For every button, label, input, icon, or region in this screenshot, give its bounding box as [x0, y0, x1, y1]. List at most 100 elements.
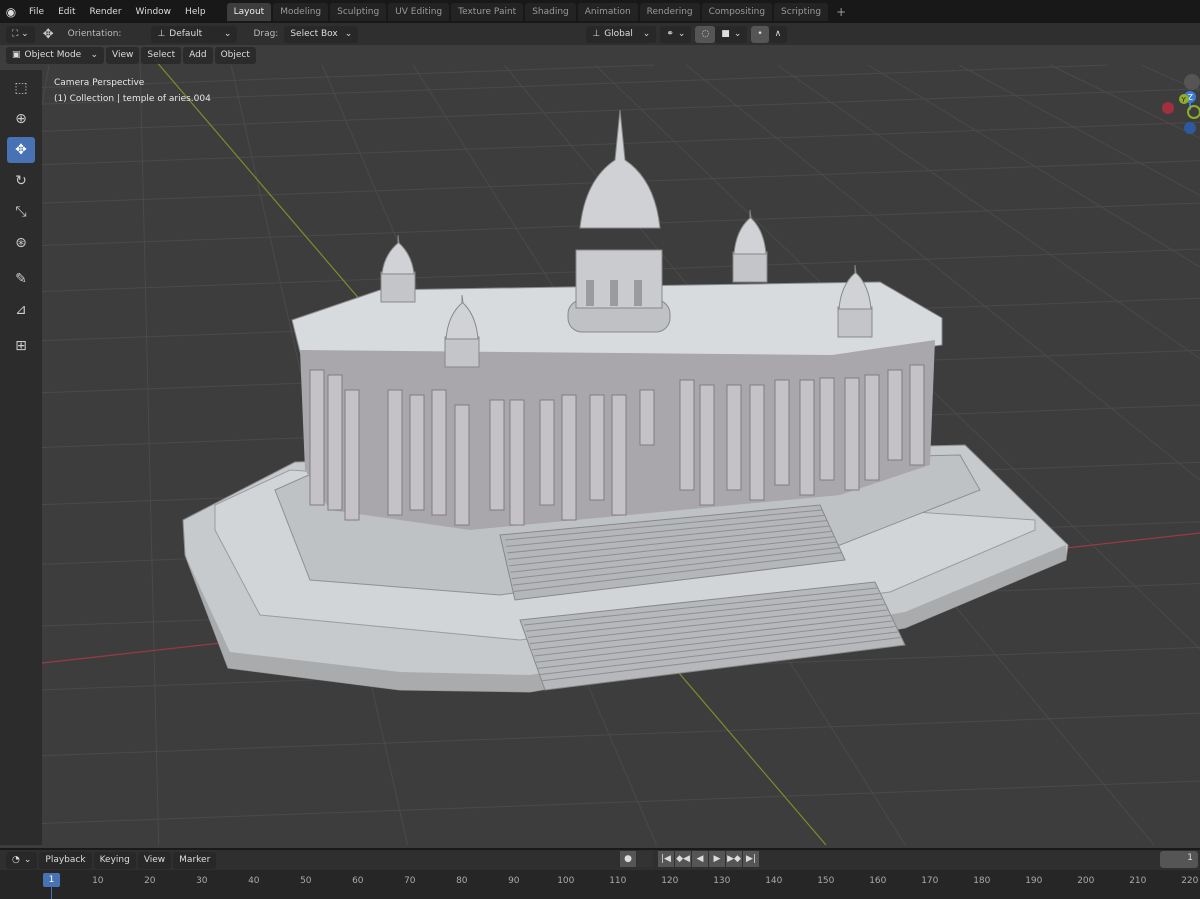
- menu-edit[interactable]: Edit: [58, 7, 75, 17]
- next-keyframe-icon[interactable]: ▶◆: [726, 851, 742, 867]
- measure-tool-icon[interactable]: ⊿: [7, 297, 35, 323]
- record-button[interactable]: ●: [620, 851, 636, 867]
- viewport-menu-select[interactable]: Select: [141, 46, 182, 64]
- scale-tool-icon[interactable]: ⤡: [7, 199, 35, 225]
- rotate-tool-icon[interactable]: ↻: [7, 168, 35, 194]
- tab-shading[interactable]: Shading: [525, 2, 576, 21]
- viewport-menu-object[interactable]: Object: [214, 46, 256, 64]
- grid-line: [139, 64, 160, 846]
- cursor-tool-icon[interactable]: ⊕: [7, 106, 35, 132]
- transform-tool-icon[interactable]: ⊛: [7, 230, 35, 256]
- collection-info: (1) Collection | temple of aries.004: [54, 94, 211, 104]
- column: [489, 399, 505, 511]
- frame-tick: 100: [557, 876, 575, 886]
- select-box-tool-icon[interactable]: ⬚: [7, 75, 35, 101]
- viewport-menu-view[interactable]: View: [106, 46, 140, 64]
- tab-animation[interactable]: Animation: [577, 2, 638, 21]
- column: [387, 389, 403, 516]
- jump-start-icon[interactable]: |◀: [658, 851, 674, 867]
- current-frame-field[interactable]: 1: [1160, 851, 1198, 868]
- tab-modeling[interactable]: Modeling: [273, 2, 329, 21]
- column: [454, 404, 470, 526]
- viewport-menu-add[interactable]: Add: [183, 46, 213, 64]
- transform-orientation-dropdown[interactable]: ⊥ Global ⌄: [586, 25, 657, 43]
- tool-settings-header: ⛶ ⌄ ✥ Orientation: ⊥ Default ⌄ Drag: Selec…: [0, 23, 1200, 45]
- turret-dome: [733, 209, 767, 255]
- snap-toggle[interactable]: ◌: [695, 25, 716, 43]
- neg-y-axis-handle[interactable]: [1187, 105, 1200, 119]
- frame-tick: 50: [300, 876, 312, 886]
- play-icon[interactable]: ▶: [709, 851, 725, 867]
- add-cube-tool-icon[interactable]: ⊞: [7, 333, 35, 359]
- menu-file[interactable]: File: [29, 7, 44, 17]
- y-label: Y: [1181, 96, 1187, 104]
- tab-rendering[interactable]: Rendering: [639, 2, 700, 21]
- column: [844, 377, 860, 491]
- frame-tick: 170: [921, 876, 939, 886]
- neg-x-axis-handle[interactable]: [1162, 102, 1174, 114]
- snap-target-dropdown[interactable]: ■ ⌄: [715, 25, 748, 43]
- grid-line: [41, 712, 1200, 757]
- column: [309, 369, 325, 506]
- frame-tick: 210: [1129, 876, 1147, 886]
- grid-line: [41, 64, 50, 105]
- view-name: Camera Perspective: [54, 78, 145, 88]
- navigation-gizmo[interactable]: Z Y: [1160, 70, 1200, 140]
- keying-dropdown[interactable]: [637, 851, 653, 867]
- annotate-tool-icon[interactable]: ✎: [7, 266, 35, 292]
- tool-select-icon[interactable]: ⛶ ⌄: [6, 25, 35, 43]
- frame-tick: 110: [609, 876, 627, 886]
- tab-uv-editing[interactable]: UV Editing: [388, 2, 450, 21]
- add-workspace-button[interactable]: +: [830, 5, 852, 19]
- column: [909, 364, 925, 466]
- playhead[interactable]: 1: [43, 873, 60, 887]
- pivot-dropdown[interactable]: ⚭ ⌄: [660, 25, 692, 43]
- timeline-menu-view[interactable]: View: [137, 851, 172, 869]
- move-tool-icon[interactable]: ✥: [7, 137, 35, 163]
- falloff-dropdown[interactable]: ∧: [768, 25, 788, 43]
- menu-window[interactable]: Window: [136, 7, 172, 17]
- menu-help[interactable]: Help: [185, 7, 206, 17]
- menu-render[interactable]: Render: [90, 7, 122, 17]
- column: [639, 389, 655, 446]
- orientation-label: Orientation:: [67, 29, 122, 39]
- timeline-menu-keying[interactable]: Keying: [93, 851, 136, 869]
- blender-logo-icon[interactable]: ◉: [0, 5, 22, 19]
- frame-tick: 30: [196, 876, 208, 886]
- neg-z-axis-handle[interactable]: [1184, 122, 1196, 134]
- timeline-header: ◔ ⌄ Playback Keying View Marker: [0, 848, 1200, 870]
- turret-base: [732, 251, 768, 283]
- mode-dropdown[interactable]: ▣ Object Mode ⌄: [6, 46, 104, 64]
- viewport-3d[interactable]: [0, 0, 1200, 899]
- column: [409, 394, 425, 511]
- editor-type-button[interactable]: ◔ ⌄: [6, 851, 38, 869]
- tab-compositing[interactable]: Compositing: [701, 2, 773, 21]
- column: [799, 379, 815, 496]
- column: [774, 379, 790, 486]
- frame-ruler[interactable]: 1 10 20 30 40 50 60 70 80 90 100 110 120 130 140 150 16…: [0, 870, 1200, 899]
- play-reverse-icon[interactable]: ◀: [692, 851, 708, 867]
- prev-keyframe-icon[interactable]: ◆◀: [675, 851, 691, 867]
- object-mode-icon: ▣: [12, 50, 21, 60]
- frame-tick: 90: [508, 876, 520, 886]
- tab-scripting[interactable]: Scripting: [774, 2, 829, 21]
- playhead-line: [51, 887, 52, 899]
- frame-tick: 40: [248, 876, 260, 886]
- column: [327, 374, 343, 511]
- column: [726, 384, 742, 491]
- viewport-info: Camera Perspective (1) Collection | temp…: [54, 75, 211, 107]
- tab-sculpting[interactable]: Sculpting: [330, 2, 387, 21]
- proportional-edit-toggle[interactable]: •: [751, 25, 769, 43]
- jump-end-icon[interactable]: ▶|: [743, 851, 759, 867]
- turret-base: [380, 271, 416, 303]
- column: [561, 394, 577, 521]
- timeline-menu-playback[interactable]: Playback: [39, 851, 92, 869]
- orientation-dropdown[interactable]: ⊥ Default ⌄: [151, 25, 238, 43]
- tab-layout[interactable]: Layout: [226, 2, 272, 21]
- frame-tick: 150: [817, 876, 835, 886]
- turret-dome: [381, 234, 415, 275]
- drag-dropdown[interactable]: Select Box ⌄: [284, 25, 359, 43]
- tab-texture-paint[interactable]: Texture Paint: [451, 2, 524, 21]
- camera-view-icon[interactable]: [1184, 74, 1200, 90]
- timeline-menu-marker[interactable]: Marker: [173, 851, 217, 869]
